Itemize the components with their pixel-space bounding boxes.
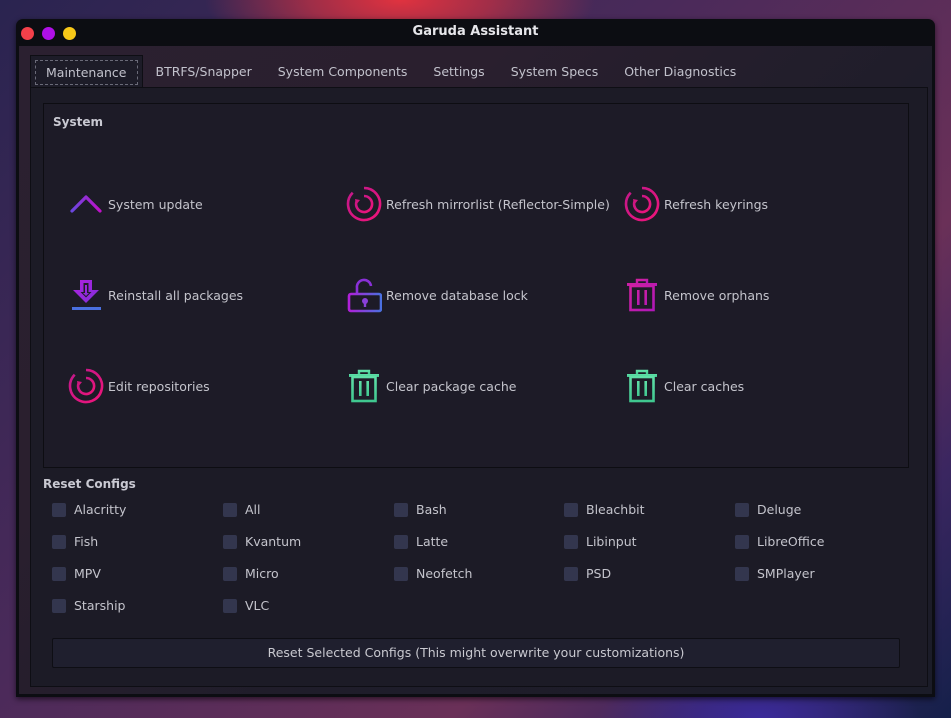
checkbox-label: All: [245, 502, 261, 517]
checkbox-label: Neofetch: [416, 566, 473, 581]
checkbox-label: Kvantum: [245, 534, 302, 549]
chevron-up-icon: [68, 186, 104, 222]
checkbox-box[interactable]: [52, 534, 66, 549]
checkbox-psd[interactable]: PSD: [564, 566, 611, 581]
checkbox-label: Deluge: [757, 502, 802, 517]
tab-bar: Maintenance BTRFS/Snapper System Compone…: [30, 55, 749, 88]
checkbox-label: Alacritty: [74, 502, 127, 517]
checkbox-kvantum[interactable]: Kvantum: [223, 534, 301, 549]
reset-selected-configs-button[interactable]: Reset Selected Configs (This might overw…: [52, 638, 900, 668]
trash-icon: [624, 368, 660, 404]
action-label: Remove database lock: [386, 287, 528, 303]
checkbox-box[interactable]: [52, 566, 66, 581]
refresh-icon: [624, 186, 660, 222]
trash-icon: [346, 368, 382, 404]
action-label: Clear package cache: [386, 378, 517, 394]
checkbox-mpv[interactable]: MPV: [52, 566, 101, 581]
checkbox-box[interactable]: [52, 598, 66, 613]
tab-system-specs[interactable]: System Specs: [498, 55, 612, 88]
checkbox-label: Micro: [245, 566, 279, 581]
tab-maintenance[interactable]: Maintenance: [30, 55, 143, 88]
action-label: Edit repositories: [108, 378, 210, 394]
refresh-mirrorlist-button[interactable]: Refresh mirrorlist (Reflector-Simple): [346, 186, 610, 222]
checkbox-label: Libinput: [586, 534, 637, 549]
checkbox-label: Bash: [416, 502, 447, 517]
window-title: Garuda Assistant: [412, 24, 539, 39]
checkbox-smplayer[interactable]: SMPlayer: [735, 566, 815, 581]
checkbox-box[interactable]: [564, 534, 578, 549]
checkbox-box[interactable]: [564, 502, 578, 517]
window-content: Maintenance BTRFS/Snapper System Compone…: [19, 46, 932, 694]
checkbox-micro[interactable]: Micro: [223, 566, 279, 581]
checkbox-box[interactable]: [735, 566, 749, 581]
checkbox-label: LibreOffice: [757, 534, 825, 549]
refresh-icon: [68, 368, 104, 404]
title-bar[interactable]: Garuda Assistant: [16, 19, 935, 46]
refresh-icon: [346, 186, 382, 222]
action-label: Remove orphans: [664, 287, 770, 303]
action-label: Reinstall all packages: [108, 287, 244, 303]
tab-system-components[interactable]: System Components: [265, 55, 421, 88]
checkbox-vlc[interactable]: VLC: [223, 598, 269, 613]
checkbox-libinput[interactable]: Libinput: [564, 534, 637, 549]
tab-label: Maintenance: [35, 60, 138, 85]
checkbox-fish[interactable]: Fish: [52, 534, 98, 549]
remove-orphans-button[interactable]: Remove orphans: [624, 277, 769, 313]
reinstall-packages-button[interactable]: Reinstall all packages: [68, 277, 243, 313]
checkbox-box[interactable]: [735, 502, 749, 517]
trash-icon: [624, 277, 660, 313]
checkbox-box[interactable]: [394, 502, 408, 517]
clear-package-cache-button[interactable]: Clear package cache: [346, 368, 516, 404]
checkbox-box[interactable]: [223, 502, 237, 517]
checkbox-bleachbit[interactable]: Bleachbit: [564, 502, 645, 517]
system-update-button[interactable]: System update: [68, 186, 203, 222]
checkbox-label: MPV: [74, 566, 101, 581]
system-group-title: System: [53, 115, 103, 129]
checkbox-label: Latte: [416, 534, 449, 549]
checkbox-box[interactable]: [223, 566, 237, 581]
action-label: Refresh keyrings: [664, 196, 769, 212]
unlock-icon: [346, 277, 382, 313]
checkbox-all[interactable]: All: [223, 502, 261, 517]
app-window: Garuda Assistant Maintenance BTRFS/Snapp…: [16, 19, 935, 697]
system-group: System System update Refresh mirrorlist …: [43, 103, 909, 468]
checkbox-box[interactable]: [394, 534, 408, 549]
checkbox-box[interactable]: [52, 502, 66, 517]
edit-repositories-button[interactable]: Edit repositories: [68, 368, 210, 404]
checkbox-starship[interactable]: Starship: [52, 598, 125, 613]
checkbox-alacritty[interactable]: Alacritty: [52, 502, 126, 517]
remove-database-lock-button[interactable]: Remove database lock: [346, 277, 528, 313]
checkbox-label: Bleachbit: [586, 502, 645, 517]
tab-other-diagnostics[interactable]: Other Diagnostics: [611, 55, 749, 88]
action-label: System update: [108, 196, 203, 212]
checkbox-box[interactable]: [735, 534, 749, 549]
checkbox-box[interactable]: [223, 534, 237, 549]
tab-settings[interactable]: Settings: [420, 55, 497, 88]
checkbox-libreoffice[interactable]: LibreOffice: [735, 534, 824, 549]
checkbox-box[interactable]: [564, 566, 578, 581]
refresh-keyrings-button[interactable]: Refresh keyrings: [624, 186, 768, 222]
checkbox-label: Starship: [74, 598, 126, 613]
checkbox-deluge[interactable]: Deluge: [735, 502, 801, 517]
clear-caches-button[interactable]: Clear caches: [624, 368, 744, 404]
tab-btrfs-snapper[interactable]: BTRFS/Snapper: [143, 55, 265, 88]
checkbox-box[interactable]: [223, 598, 237, 613]
checkbox-label: VLC: [245, 598, 270, 613]
maintenance-panel: System System update Refresh mirrorlist …: [30, 87, 928, 687]
checkbox-bash[interactable]: Bash: [394, 502, 447, 517]
action-label: Clear caches: [664, 378, 745, 394]
download-icon: [68, 277, 104, 313]
checkbox-box[interactable]: [394, 566, 408, 581]
checkbox-latte[interactable]: Latte: [394, 534, 448, 549]
checkbox-label: SMPlayer: [757, 566, 815, 581]
checkbox-label: Fish: [74, 534, 99, 549]
checkbox-neofetch[interactable]: Neofetch: [394, 566, 472, 581]
reset-configs-title: Reset Configs: [43, 477, 136, 491]
action-label: Refresh mirrorlist (Reflector-Simple): [386, 196, 610, 212]
checkbox-label: PSD: [586, 566, 612, 581]
